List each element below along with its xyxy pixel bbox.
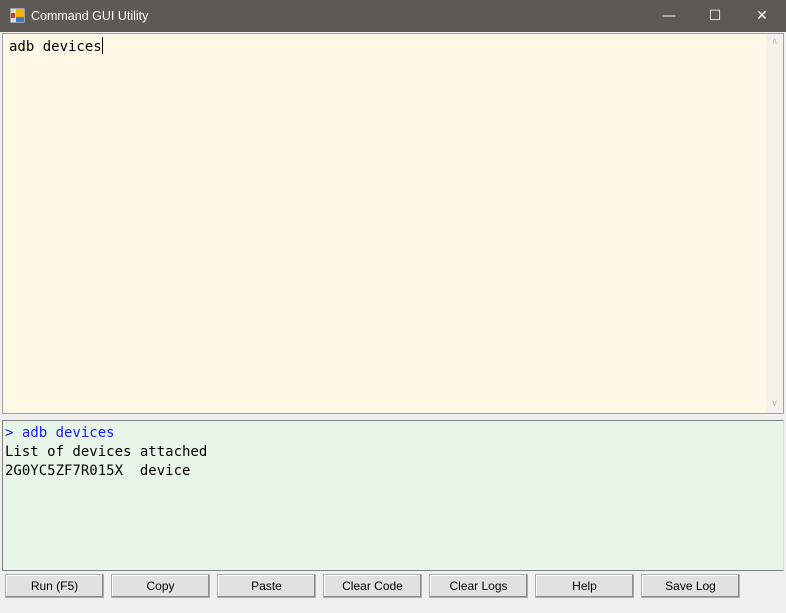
title-bar[interactable]: Command GUI Utility — ☐ ✕ bbox=[0, 0, 786, 32]
scroll-up-icon[interactable]: ∧ bbox=[766, 34, 783, 51]
run-f5-button[interactable]: Run (F5) bbox=[5, 574, 104, 598]
log-line: List of devices attached bbox=[5, 444, 208, 460]
text-caret bbox=[101, 37, 103, 54]
scroll-down-icon[interactable]: ∨ bbox=[766, 396, 783, 413]
maximize-icon: ☐ bbox=[708, 8, 722, 24]
log-line: > adb devices bbox=[5, 425, 115, 441]
maximize-button[interactable]: ☐ bbox=[692, 0, 738, 32]
code-editor[interactable]: adb devices ∧ ∨ bbox=[2, 33, 784, 414]
close-icon: ✕ bbox=[756, 8, 768, 24]
minimize-button[interactable]: — bbox=[646, 0, 692, 32]
copy-button[interactable]: Copy bbox=[111, 574, 210, 598]
paste-button[interactable]: Paste bbox=[217, 574, 316, 598]
app-icon bbox=[10, 8, 25, 23]
minimize-icon: — bbox=[662, 8, 676, 24]
clear-logs-button[interactable]: Clear Logs bbox=[429, 574, 528, 598]
close-button[interactable]: ✕ bbox=[739, 0, 785, 32]
help-button[interactable]: Help bbox=[535, 574, 634, 598]
save-log-button[interactable]: Save Log bbox=[641, 574, 740, 598]
log-output[interactable]: > adb devices List of devices attached 2G0… bbox=[2, 420, 784, 571]
code-text: adb devices bbox=[9, 39, 102, 55]
log-line: 2G0YC5ZF7R015X device bbox=[5, 463, 191, 479]
window-title: Command GUI Utility bbox=[31, 9, 149, 23]
clear-code-button[interactable]: Clear Code bbox=[323, 574, 422, 598]
vertical-scrollbar[interactable]: ∧ ∨ bbox=[766, 34, 783, 413]
